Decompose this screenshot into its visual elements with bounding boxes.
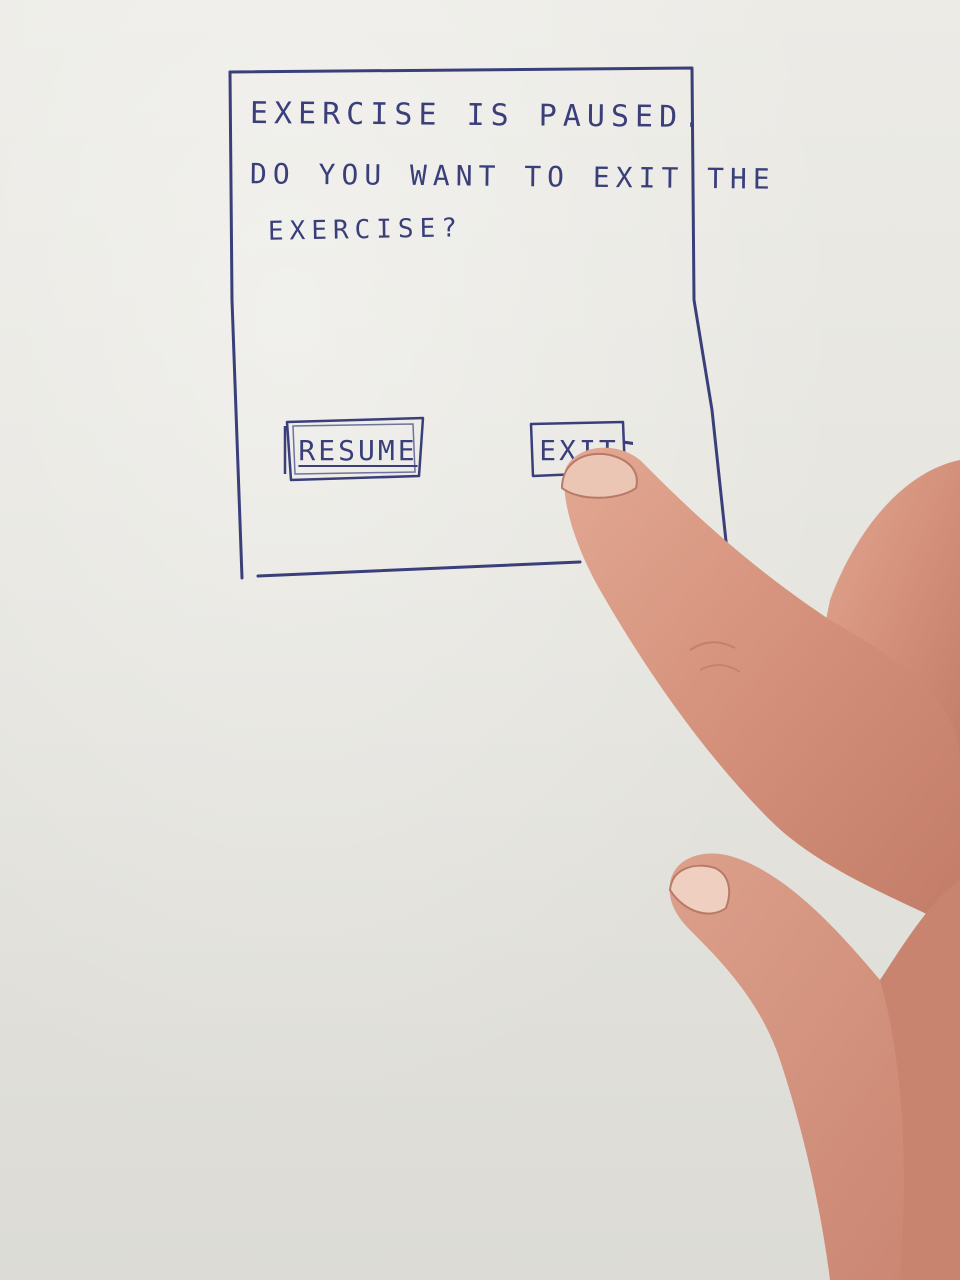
- resume-button-outline: [283, 416, 425, 482]
- exit-button[interactable]: EXIT: [529, 420, 633, 478]
- dialog-message-line-2: DO YOU WANT TO EXIT THE: [249, 157, 776, 196]
- exit-button-outline: [529, 420, 633, 478]
- dialog-message-line-1: EXERCISE IS PAUSED.: [249, 96, 708, 135]
- resume-button[interactable]: RESUME: [283, 416, 427, 482]
- dialog-message-line-3: EXERCISE?: [267, 213, 464, 247]
